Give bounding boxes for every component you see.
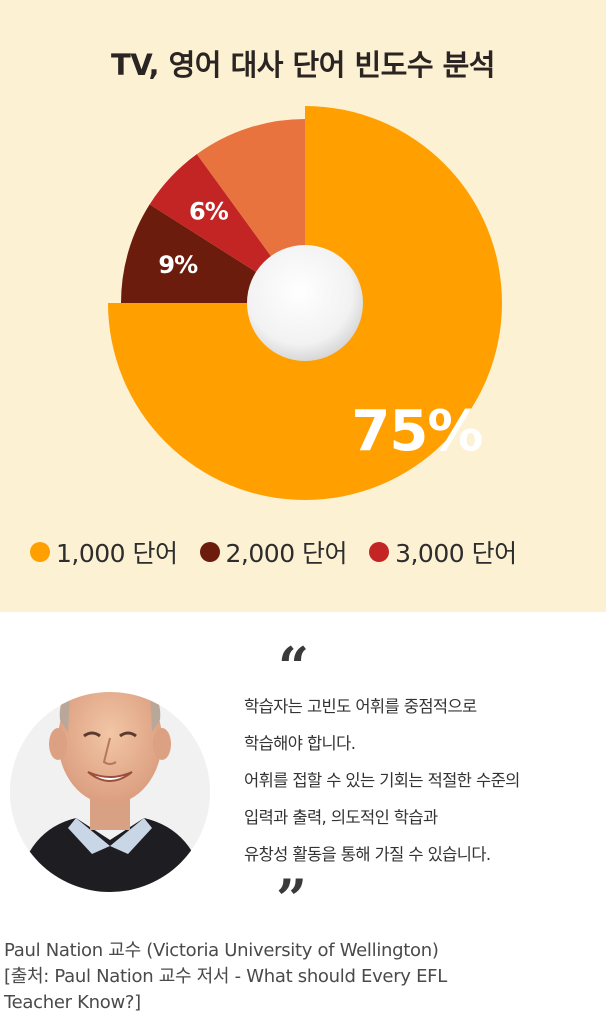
legend-item: 2,000 단어 [199,534,348,570]
legend-swatch [199,542,220,562]
quote-line: 입력과 출력, 의도적인 학습과 [244,808,438,827]
pie-center-hole [247,245,363,361]
pie-chart: 75% 9% 6% [108,106,502,500]
legend-item: 1,000 단어 [30,534,178,570]
quote-line: 학습해야 합니다. [244,734,356,753]
chart-panel: TV, 영어 대사 단어 빈도수 분석 75% 9% 6% 1,000 단어 2,00… [0,0,606,612]
legend-swatch [369,542,390,562]
quote-text: 학습자는 고빈도 어휘를 중점적으로 학습해야 합니다. 어휘를 접할 수 있는… [244,688,606,873]
quote-close-mark: ” [276,867,308,931]
quote-line: 학습자는 고빈도 어휘를 중점적으로 [244,697,477,716]
legend-swatch [30,542,50,562]
caption-line: Teacher Know?] [4,992,141,1013]
legend-label: 2,000 단어 [225,539,348,568]
quote-line: 어휘를 접할 수 있는 기회는 적절한 수준의 [244,771,520,790]
legend-item: 3,000 단어 [369,534,517,570]
chart-legend: 1,000 단어 2,000 단어 3,000 단어 [30,532,590,572]
source-caption: Paul Nation 교수 (Victoria University of W… [4,938,604,1016]
slice-value-label: 75% [351,399,482,464]
legend-label: 1,000 단어 [56,539,178,568]
quote-open-mark: “ [278,635,310,699]
caption-line: Paul Nation 교수 (Victoria University of W… [4,940,439,961]
slice-value-label: 9% [158,251,198,279]
legend-label: 3,000 단어 [395,539,517,568]
caption-line: [출처: Paul Nation 교수 저서 - What should Eve… [4,966,447,987]
professor-photo [6,640,214,892]
slice-value-label: 6% [189,197,229,225]
